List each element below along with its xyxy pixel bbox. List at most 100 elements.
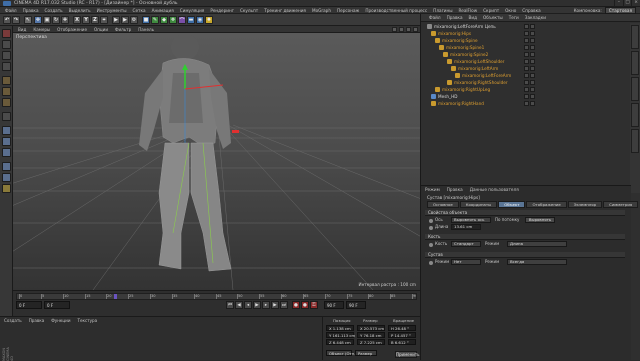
enable-toggle[interactable] (530, 38, 535, 43)
pen-spline-icon[interactable]: ✎ (151, 16, 159, 24)
rotate-icon[interactable]: ↻ (52, 16, 60, 24)
layout-select[interactable]: Стартовая (604, 7, 636, 14)
visibility-toggle[interactable] (524, 45, 529, 50)
object-row[interactable]: mixamorig:LeftForeArm Цепь (427, 23, 627, 30)
camera-icon[interactable]: ◉ (196, 16, 204, 24)
apply-button[interactable]: Применить (395, 351, 420, 358)
tab-structure[interactable] (631, 103, 639, 127)
visibility-toggle[interactable] (524, 101, 529, 106)
material-menu-create[interactable]: Создать (4, 318, 22, 324)
visibility-toggle[interactable] (524, 38, 529, 43)
rotation-h-field[interactable]: H 26.48 ° (388, 325, 416, 331)
align-axis-select[interactable]: Выровнять ось (451, 217, 491, 223)
floor-icon[interactable]: ▬ (187, 16, 195, 24)
menu-realflow[interactable]: RealFlow (459, 7, 478, 13)
viewport-menu-cameras[interactable]: Камеры (33, 26, 50, 32)
material-menu-edit[interactable]: Правка (29, 318, 45, 324)
polygons-mode-icon[interactable] (2, 98, 11, 107)
coordinate-system-icon[interactable]: ⌖ (100, 16, 108, 24)
tab-symmetry[interactable]: Симметрия (603, 201, 639, 208)
om-menu-tags[interactable]: Теги (509, 14, 519, 21)
enable-toggle[interactable] (530, 59, 535, 64)
menu-motion-tracking[interactable]: Трекинг движения (264, 7, 306, 13)
record-icon[interactable]: ● (292, 301, 300, 309)
render-view-icon[interactable]: ▶ (112, 16, 120, 24)
workplane-icon[interactable] (2, 62, 11, 71)
size-z-field[interactable]: Z 7.225 cm (357, 339, 385, 345)
position-y-field[interactable]: Y 161.113 cm (326, 332, 355, 338)
bone-select[interactable]: Стандарт (451, 241, 481, 247)
length-field[interactable]: 13.61 cm (451, 224, 481, 230)
size-mode-select[interactable]: Размер (355, 350, 377, 356)
next-key-icon[interactable]: ▶ (271, 301, 279, 309)
joint-section[interactable]: Сустав (425, 252, 625, 258)
material-menu-functions[interactable]: Функции (51, 318, 70, 324)
play-icon[interactable]: ▶ (253, 301, 261, 309)
points-mode-icon[interactable] (2, 76, 11, 85)
attr-menu-edit[interactable]: Правка (447, 187, 463, 193)
menu-plugins[interactable]: Плагины (433, 7, 452, 13)
previous-key-icon[interactable]: ◀ (235, 301, 243, 309)
tweak-mode-icon[interactable] (2, 126, 11, 135)
menu-script[interactable]: Скрипт (483, 7, 499, 13)
menu-animate[interactable]: Анимация (152, 7, 174, 13)
position-z-field[interactable]: Z 6.448 cm (326, 339, 354, 345)
render-picture-viewer-icon[interactable]: ▶ (121, 16, 129, 24)
live-select-icon[interactable]: ↖ (24, 16, 32, 24)
axis-mode-icon[interactable] (2, 112, 11, 121)
render-settings-icon[interactable]: ⚙ (130, 16, 138, 24)
enable-toggle[interactable] (530, 101, 535, 106)
menu-character[interactable]: Персонаж (337, 7, 359, 13)
make-editable-icon[interactable] (2, 29, 11, 38)
object-row[interactable]: mixamorig:LeftShoulder (427, 58, 627, 65)
object-row[interactable]: mixamorig:Spine1 (427, 44, 627, 51)
object-row[interactable]: mixamorig:RightUpLeg (427, 86, 627, 93)
axis-radio[interactable] (429, 219, 433, 223)
menu-edit[interactable]: Правка (23, 7, 39, 13)
coordinate-mode-select[interactable]: Объект (Отн.) (326, 350, 357, 356)
enable-toggle[interactable] (530, 94, 535, 99)
tab-takes[interactable] (631, 51, 639, 75)
enable-toggle[interactable] (530, 80, 535, 85)
edges-mode-icon[interactable] (2, 87, 11, 96)
joint-mode-select[interactable]: Нет (451, 259, 481, 265)
next-frame-icon[interactable]: ▸ (262, 301, 270, 309)
tab-objects[interactable] (631, 25, 639, 49)
object-row[interactable]: mixamorig:Spine (427, 37, 627, 44)
enable-toggle[interactable] (530, 31, 535, 36)
planar-workplane-icon[interactable] (2, 173, 11, 182)
lock-workplane-icon[interactable] (2, 162, 11, 171)
om-menu-objects[interactable]: Объекты (483, 14, 503, 21)
om-menu-edit[interactable]: Правка (447, 14, 463, 21)
size-y-field[interactable]: Y 76.18 cm (357, 332, 385, 338)
max-frame-field[interactable]: 90 F (346, 301, 366, 309)
model-mode-icon[interactable] (2, 40, 11, 49)
menu-render[interactable]: Рендеринг (210, 7, 234, 13)
move-icon[interactable]: ✥ (34, 16, 42, 24)
playhead-marker[interactable] (114, 294, 117, 299)
menu-file[interactable]: Файл (5, 7, 17, 13)
scale-icon[interactable]: ▣ (43, 16, 51, 24)
axis-z-button[interactable]: Z (91, 16, 99, 24)
length-radio[interactable] (429, 226, 433, 230)
undo-icon[interactable]: ↶ (3, 16, 11, 24)
close-button[interactable]: × (631, 0, 640, 7)
enable-toggle[interactable] (530, 24, 535, 29)
subdivision-icon[interactable]: ◆ (160, 16, 168, 24)
redo-icon[interactable]: ↷ (12, 16, 20, 24)
object-row[interactable]: mixamorig:RightShoulder (427, 79, 627, 86)
quantize-icon[interactable] (2, 148, 11, 157)
visibility-toggle[interactable] (524, 24, 529, 29)
array-icon[interactable]: ❖ (169, 16, 177, 24)
om-menu-bookmarks[interactable]: Закладки (525, 14, 546, 21)
object-row[interactable]: mixamorig:RightHand (427, 100, 627, 107)
object-row[interactable]: mixamorig:LeftForeArm (427, 72, 627, 79)
menu-simulate[interactable]: Симуляция (180, 7, 205, 13)
enable-toggle[interactable] (530, 45, 535, 50)
menu-window[interactable]: Окно (505, 7, 516, 13)
go-to-start-icon[interactable]: ⏮ (226, 301, 234, 309)
bone-radio[interactable] (429, 243, 433, 247)
current-frame-field[interactable]: 0 F (16, 301, 42, 309)
joint-display-select[interactable]: Всегда (507, 259, 567, 265)
start-frame-field[interactable]: 0 F (44, 301, 70, 309)
